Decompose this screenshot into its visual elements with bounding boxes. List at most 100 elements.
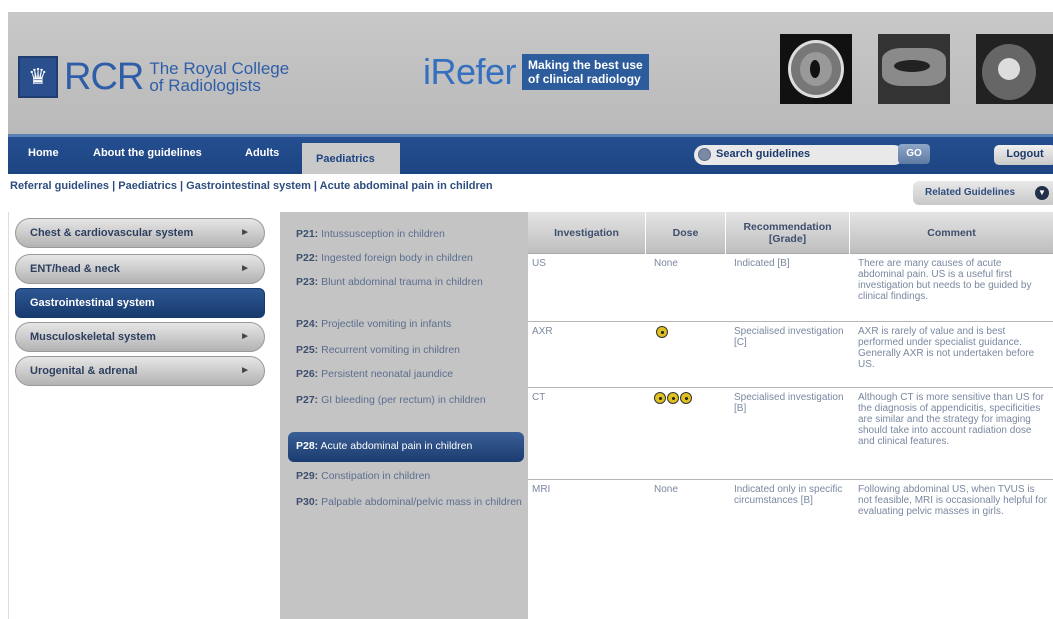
nav-adults[interactable]: Adults	[245, 147, 279, 159]
radiation-icon	[667, 392, 679, 404]
related-guidelines-label: Related Guidelines	[925, 187, 1016, 198]
arrow-right-icon: ►	[240, 263, 250, 274]
topic-code: P30:	[296, 496, 319, 508]
logout-button[interactable]: Logout	[994, 145, 1053, 165]
arrow-right-icon: ►	[240, 365, 250, 376]
arrow-right-icon: ►	[240, 227, 250, 238]
topic-p23[interactable]: P23: Blunt abdominal trauma in children	[296, 276, 526, 289]
topic-title: Projectile vomiting in infants	[321, 318, 452, 330]
topic-p26[interactable]: P26: Persistent neonatal jaundice	[296, 368, 526, 381]
rcr-full-name: The Royal College of Radiologists	[149, 60, 289, 94]
sidebar-item-label: Urogenital & adrenal	[30, 365, 138, 377]
topic-code: P26:	[296, 368, 319, 380]
cell-dose	[654, 392, 693, 407]
cell-recommendation: Specialised investigation [C]	[734, 326, 844, 348]
sidebar-item-ent[interactable]: ENT/head & neck ►	[15, 254, 265, 284]
site-header: ♛ RCR The Royal College of Radiologists …	[8, 12, 1053, 134]
topic-p25[interactable]: P25: Recurrent vomiting in children	[296, 344, 526, 357]
search-go-button[interactable]: GO	[898, 144, 930, 164]
cell-comment: There are many causes of acute abdominal…	[858, 258, 1032, 302]
related-guidelines-button[interactable]: Related Guidelines ▼	[913, 181, 1053, 205]
breadcrumb-paediatrics[interactable]: Paediatrics	[118, 180, 177, 192]
breadcrumb: Referral guidelines | Paediatrics | Gast…	[10, 180, 493, 192]
system-sidebar: Chest & cardiovascular system ► ENT/head…	[8, 212, 270, 619]
topic-p22[interactable]: P22: Ingested foreign body in children	[296, 252, 526, 265]
cell-comment: Following abdominal US, when TVUS is not…	[858, 484, 1047, 517]
sidebar-item-urogenital[interactable]: Urogenital & adrenal ►	[15, 356, 265, 386]
breadcrumb-separator: |	[109, 180, 119, 192]
radiation-icon	[654, 392, 666, 404]
header-recommendation: Recommendation [Grade]	[726, 212, 850, 254]
irefer-tagline: Making the best use of clinical radiolog…	[522, 54, 649, 90]
breadcrumb-separator: |	[176, 180, 187, 192]
radiation-icon	[656, 326, 668, 338]
topic-code: P22:	[296, 252, 319, 264]
sidebar-item-label: Musculoskeletal system	[30, 331, 156, 343]
search-icon	[698, 148, 711, 161]
topic-title: Acute abdominal pain in children	[320, 440, 473, 452]
topic-title: GI bleeding (per rectum) in children	[321, 394, 486, 406]
table-row: CT Specialised investigation [B] Althoug…	[528, 388, 1053, 480]
cell-dose: None	[654, 484, 678, 495]
cell-comment: Although CT is more sensitive than US fo…	[858, 392, 1045, 447]
ct-scan-image	[976, 34, 1053, 104]
irefer-tagline-line1: Making the best use	[528, 58, 643, 72]
topic-p21[interactable]: P21: Intussusception in children	[296, 228, 526, 241]
cell-recommendation: Indicated only in specific circumstances…	[734, 484, 843, 506]
ultrasound-scan-image	[878, 34, 950, 104]
table-row: US None Indicated [B] There are many cau…	[528, 254, 1053, 322]
topic-p29[interactable]: P29: Constipation in children	[296, 470, 526, 483]
sidebar-item-musculoskeletal[interactable]: Musculoskeletal system ►	[15, 322, 265, 352]
arrow-right-icon: ►	[240, 331, 250, 342]
breadcrumb-separator: |	[310, 180, 320, 192]
cell-investigation: AXR	[532, 326, 553, 337]
topic-p28[interactable]: P28: Acute abdominal pain in children	[288, 432, 524, 462]
irefer-logo[interactable]: iRefer Making the best use of clinical r…	[423, 54, 649, 90]
nav-about-guidelines[interactable]: About the guidelines	[93, 147, 202, 159]
cell-investigation: MRI	[532, 484, 551, 495]
sidebar-item-label: Chest & cardiovascular system	[30, 227, 194, 239]
page: { "header": { "rcr_abbr": "RCR", "rcr_na…	[0, 0, 1053, 619]
chevron-down-icon: ▼	[1035, 186, 1049, 200]
nav-home[interactable]: Home	[28, 147, 59, 159]
irefer-tagline-line2: of clinical radiology	[528, 72, 641, 86]
irefer-wordmark: iRefer	[423, 51, 517, 92]
breadcrumb-bar: Referral guidelines | Paediatrics | Gast…	[8, 174, 1053, 204]
cell-recommendation: Indicated [B]	[734, 258, 790, 269]
nav-paediatrics[interactable]: Paediatrics	[302, 143, 400, 177]
topic-code: P27:	[296, 394, 319, 406]
topic-p30[interactable]: P30: Palpable abdominal/pelvic mass in c…	[296, 496, 526, 509]
topic-code: P23:	[296, 276, 319, 288]
sidebar-item-gastrointestinal[interactable]: Gastrointestinal system	[15, 288, 265, 318]
table-row: AXR Specialised investigation [C] AXR is…	[528, 322, 1053, 388]
topic-code: P29:	[296, 470, 319, 482]
topic-title: Constipation in children	[321, 470, 431, 482]
sidebar-item-chest[interactable]: Chest & cardiovascular system ►	[15, 218, 265, 248]
header-investigation: Investigation	[528, 212, 646, 254]
topic-p27[interactable]: P27: GI bleeding (per rectum) in childre…	[296, 394, 526, 407]
main-navigation: Home About the guidelines Adults Paediat…	[8, 134, 1053, 177]
brain-scan-image	[780, 34, 852, 104]
rcr-name-line1: The Royal College	[149, 59, 290, 78]
search-placeholder: Search guidelines	[716, 148, 811, 160]
cell-dose: None	[654, 258, 678, 269]
rcr-logo[interactable]: ♛ RCR The Royal College of Radiologists	[18, 56, 289, 98]
rcr-abbreviation: RCR	[64, 56, 144, 98]
topic-code: P28:	[296, 440, 319, 452]
crest-icon: ♛	[18, 56, 58, 98]
cell-investigation: CT	[532, 392, 546, 403]
topic-list: P21: Intussusception in children P22: In…	[280, 212, 528, 619]
breadcrumb-gastrointestinal[interactable]: Gastrointestinal system	[186, 180, 311, 192]
topic-title: Intussusception in children	[321, 228, 445, 240]
cell-recommendation: Specialised investigation [B]	[734, 392, 844, 414]
topic-title: Recurrent vomiting in children	[321, 344, 461, 356]
breadcrumb-referral-guidelines[interactable]: Referral guidelines	[10, 180, 109, 192]
cell-investigation: US	[532, 258, 546, 269]
topic-title: Blunt abdominal trauma in children	[321, 276, 483, 288]
topic-p24[interactable]: P24: Projectile vomiting in infants	[296, 318, 526, 331]
guideline-table: Investigation Dose Recommendation [Grade…	[528, 212, 1053, 619]
search-input[interactable]: Search guidelines	[694, 145, 904, 165]
sidebar-item-label: ENT/head & neck	[30, 263, 120, 275]
header-comment: Comment	[927, 227, 976, 239]
topic-title: Ingested foreign body in children	[321, 252, 473, 264]
